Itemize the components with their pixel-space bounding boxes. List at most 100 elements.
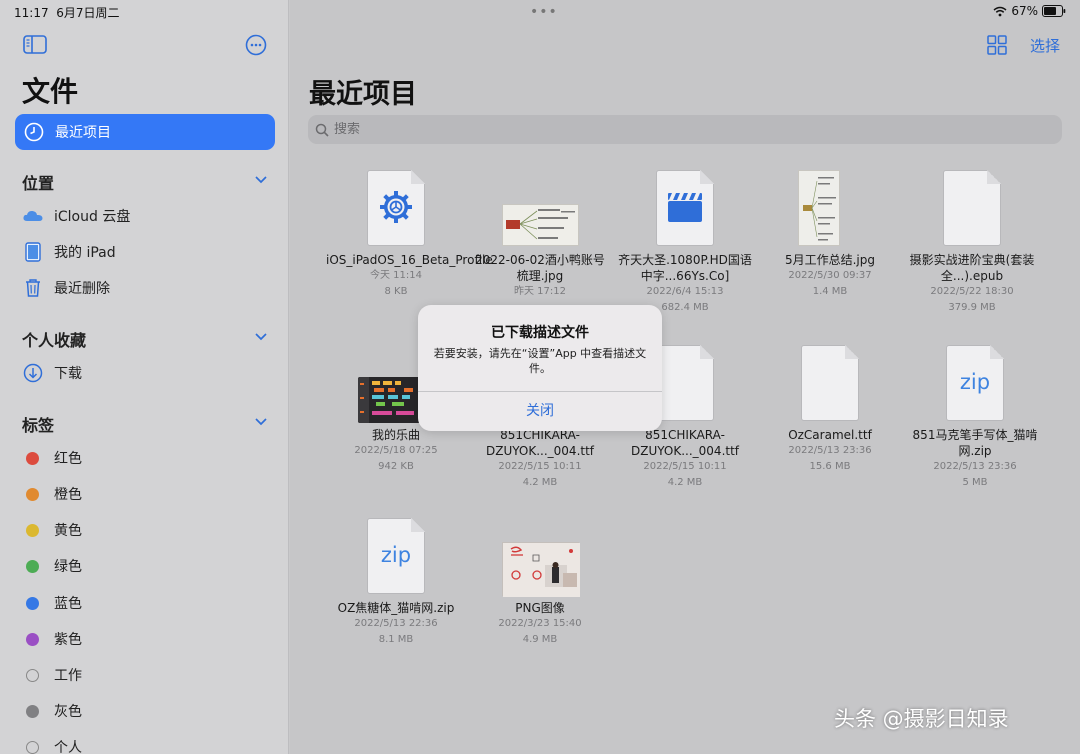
sidebar-item-recents[interactable]: 最近项目: [15, 114, 275, 150]
icloud-icon: [23, 210, 43, 221]
chevron-down-icon[interactable]: [254, 417, 268, 427]
file-thumbnail: [902, 170, 1042, 248]
chevron-down-icon[interactable]: [254, 175, 268, 185]
tag-green[interactable]: 绿色: [26, 555, 82, 577]
file-size: 4.2 MB: [522, 477, 558, 488]
download-icon: [23, 363, 43, 383]
file-item[interactable]: zip 851马克笔手写体_猫啃网.zip 2022/5/13 23:36 5 …: [905, 345, 1045, 491]
sidebar-item-icloud[interactable]: iCloud 云盘: [22, 203, 130, 229]
file-name: iOS_iPadOS_16_Beta_Profile: [326, 253, 493, 267]
file-name: 5月工作总结.jpg: [784, 253, 876, 267]
tag-gray[interactable]: 灰色: [26, 700, 82, 722]
search-bar[interactable]: [308, 115, 1062, 144]
file-size: 942 KB: [378, 461, 414, 472]
tag-yellow[interactable]: 黄色: [26, 519, 82, 541]
sidebar-item-label: 最近删除: [54, 281, 110, 297]
tag-label: 工作: [54, 668, 82, 684]
file-item[interactable]: PNG图像 2022/3/23 15:40 4.9 MB: [470, 518, 610, 648]
file-item[interactable]: iOS_iPadOS_16_Beta_Profile 今天 11:14 8 KB: [326, 170, 493, 300]
red-dot-icon: [26, 451, 39, 465]
file-date: 2022/5/18 07:25: [354, 445, 438, 456]
file-name: OzCaramel.ttf: [788, 428, 872, 442]
select-button[interactable]: 选择: [1030, 35, 1060, 56]
file-name: 851CHIKARA-DZUYOK..._004.ttf: [485, 428, 595, 458]
file-thumbnail: [760, 345, 900, 423]
section-favorites[interactable]: 个人收藏: [22, 327, 86, 351]
sidebar-toggle-icon[interactable]: [23, 35, 47, 54]
section-locations[interactable]: 位置: [22, 170, 54, 194]
mindmap-image: [502, 204, 579, 246]
more-options-icon[interactable]: [245, 34, 267, 56]
search-input[interactable]: [334, 122, 1034, 137]
file-size: 5 MB: [962, 477, 988, 488]
alert-title: 已下载描述文件: [491, 325, 589, 341]
file-date: 2022/5/13 23:36: [788, 445, 872, 456]
file-name: 齐天大圣.1080P.HD国语中字...66Ys.Co]: [618, 253, 752, 283]
main-content: ••• 67% 选择 最近项目 搜索 iOS_iPadOS_16_Beta_Pr…: [290, 0, 1080, 754]
file-item[interactable]: 摄影实战进阶宝典(套装全...).epub 2022/5/22 18:30 37…: [902, 170, 1042, 316]
multitasking-dots-icon[interactable]: •••: [530, 4, 558, 20]
mindmap-image: [798, 170, 840, 246]
zip-label: zip: [380, 543, 412, 567]
file-name: OZ焦糖体_猫啃网.zip: [337, 601, 455, 615]
empty-dot-icon: [26, 668, 39, 682]
sidebar-item-recently-deleted[interactable]: 最近删除: [22, 275, 110, 301]
file-thumbnail: [326, 170, 466, 248]
sidebar-item-label: 我的 iPad: [54, 245, 116, 261]
zip-archive-icon: zip: [367, 518, 425, 594]
tag-blue[interactable]: 蓝色: [26, 592, 82, 614]
mindmap-lines-icon: [506, 209, 575, 240]
grid-view-icon[interactable]: [987, 35, 1007, 55]
sidebar-item-label: 最近项目: [55, 125, 111, 141]
photo-content-icon: [503, 543, 580, 597]
status-right: 67%: [993, 4, 1066, 18]
wifi-icon: [993, 6, 1007, 16]
file-name: 851马克笔手写体_猫啃网.zip: [912, 428, 1038, 458]
status-time: 11:17 6月7日周二: [14, 4, 120, 21]
tag-purple[interactable]: 紫色: [26, 628, 82, 650]
alert-message: 若要安装，请先在“设置”App 中查看描述文件。: [433, 347, 647, 375]
purple-dot-icon: [26, 632, 39, 646]
tag-label: 紫色: [54, 632, 82, 648]
ipad-icon: [25, 242, 41, 262]
zip-archive-icon: zip: [946, 345, 1004, 421]
chevron-down-icon[interactable]: [254, 332, 268, 342]
section-tags[interactable]: 标签: [22, 412, 54, 436]
sidebar-item-downloads[interactable]: 下载: [22, 360, 82, 386]
tag-label: 黄色: [54, 523, 82, 539]
empty-dot-icon: [26, 740, 39, 754]
tag-label: 个人: [54, 740, 82, 754]
sidebar-item-label: 下载: [54, 366, 82, 382]
file-item[interactable]: 2022-06-02酒小鸭账号梳理.jpg 昨天 17:12: [470, 170, 610, 300]
file-item[interactable]: 5月工作总结.jpg 2022/5/30 09:37 1.4 MB: [760, 170, 900, 300]
file-date: 2022/5/30 09:37: [788, 270, 872, 281]
sidebar-item-my-ipad[interactable]: 我的 iPad: [22, 239, 116, 265]
file-date: 2022/5/13 22:36: [354, 618, 438, 629]
status-date: 6月7日周二: [56, 6, 120, 20]
file-item[interactable]: 齐天大圣.1080P.HD国语中字...66Ys.Co] 2022/6/4 15…: [615, 170, 755, 316]
tag-label: 蓝色: [54, 596, 82, 612]
tag-label: 灰色: [54, 704, 82, 720]
file-item[interactable]: zip OZ焦糖体_猫啃网.zip 2022/5/13 22:36 8.1 MB: [326, 518, 466, 648]
page-title: 最近项目: [309, 79, 417, 110]
blue-dot-icon: [26, 596, 39, 610]
battery-percent: 67%: [1011, 4, 1038, 18]
tag-label: 橙色: [54, 487, 82, 503]
tag-personal[interactable]: 个人: [26, 736, 82, 754]
close-button[interactable]: 关闭: [418, 391, 662, 431]
file-thumbnail: [470, 170, 610, 248]
file-name: 摄影实战进阶宝典(套装全...).epub: [909, 253, 1035, 283]
trash-icon: [26, 279, 40, 297]
file-date: 2022/3/23 15:40: [498, 618, 582, 629]
file-size: 15.6 MB: [809, 461, 851, 472]
tag-orange[interactable]: 橙色: [26, 483, 82, 505]
battery-icon: [1042, 5, 1066, 17]
file-item[interactable]: OzCaramel.ttf 2022/5/13 23:36 15.6 MB: [760, 345, 900, 475]
tag-red[interactable]: 红色: [26, 447, 82, 469]
file-size: 379.9 MB: [948, 302, 996, 313]
file-thumbnail: [615, 170, 755, 248]
orange-dot-icon: [26, 487, 39, 501]
status-clock: 11:17: [14, 6, 49, 20]
sidebar: 11:17 6月7日周二 文件 最近项目 位置 iCloud 云盘 我的 iPa…: [0, 0, 289, 754]
tag-work[interactable]: 工作: [26, 664, 82, 686]
